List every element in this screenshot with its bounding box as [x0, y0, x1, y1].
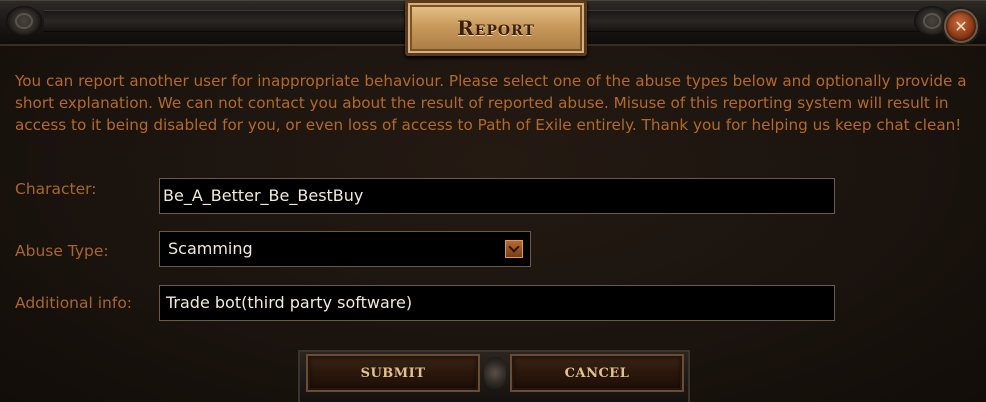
abuse-type-label: Abuse Type: — [15, 242, 109, 260]
close-button[interactable]: ✕ — [944, 9, 978, 43]
abuse-type-dropdown[interactable]: Scamming — [159, 231, 531, 267]
title-bar-rail-left — [44, 10, 404, 32]
abuse-type-value: Scamming — [168, 239, 253, 258]
button-divider-ornament — [484, 357, 506, 389]
ornament-left-icon — [6, 6, 42, 36]
report-dialog: Report ✕ You can report another user for… — [0, 0, 986, 402]
dialog-title: Report — [457, 16, 535, 40]
character-field[interactable]: Be_A_Better_Be_BestBuy — [159, 178, 835, 214]
additional-info-field[interactable]: Trade bot(third party software) — [159, 285, 835, 321]
cancel-label: CANCEL — [564, 365, 630, 381]
chevron-down-icon[interactable] — [505, 240, 523, 258]
report-message: You can report another user for inapprop… — [15, 72, 967, 134]
cancel-button[interactable]: CANCEL — [510, 354, 684, 392]
submit-label: SUBMIT — [360, 365, 426, 381]
character-label: Character: — [15, 180, 97, 198]
close-icon: ✕ — [954, 16, 968, 36]
submit-button[interactable]: SUBMIT — [306, 354, 480, 392]
additional-info-label: Additional info: — [15, 294, 133, 312]
dialog-title-plate: Report — [405, 0, 587, 56]
title-bar-rail-right — [582, 10, 922, 32]
